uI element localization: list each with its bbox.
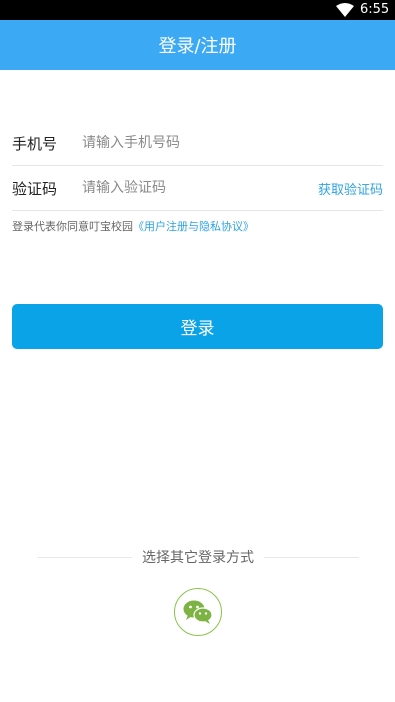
login-button[interactable]: 登录 — [12, 304, 383, 349]
phone-input[interactable] — [82, 135, 383, 151]
agreement-text: 登录代表你同意叮宝校园《用户注册与隐私协议》 — [12, 218, 254, 234]
wifi-icon — [336, 3, 354, 17]
wechat-login-button[interactable] — [174, 588, 222, 636]
phone-label: 手机号 — [12, 134, 58, 153]
phone-row: 手机号 — [12, 121, 383, 166]
agreement-link[interactable]: 《用户注册与隐私协议》 — [133, 220, 254, 233]
status-time: 6:55 — [360, 2, 390, 17]
get-code-button[interactable]: 获取验证码 — [318, 179, 383, 198]
code-row: 验证码 获取验证码 — [12, 166, 383, 211]
code-input[interactable] — [82, 180, 318, 196]
other-login-label: 选择其它登录方式 — [132, 548, 264, 568]
agreement-prefix: 登录代表你同意叮宝校园 — [12, 220, 133, 233]
app-bar: 登录/注册 — [0, 20, 395, 70]
other-login-divider: 选择其它登录方式 — [37, 548, 359, 568]
page-title: 登录/注册 — [158, 36, 237, 57]
wechat-icon — [183, 600, 213, 624]
status-bar: 6:55 — [0, 0, 395, 20]
code-label: 验证码 — [12, 179, 58, 198]
